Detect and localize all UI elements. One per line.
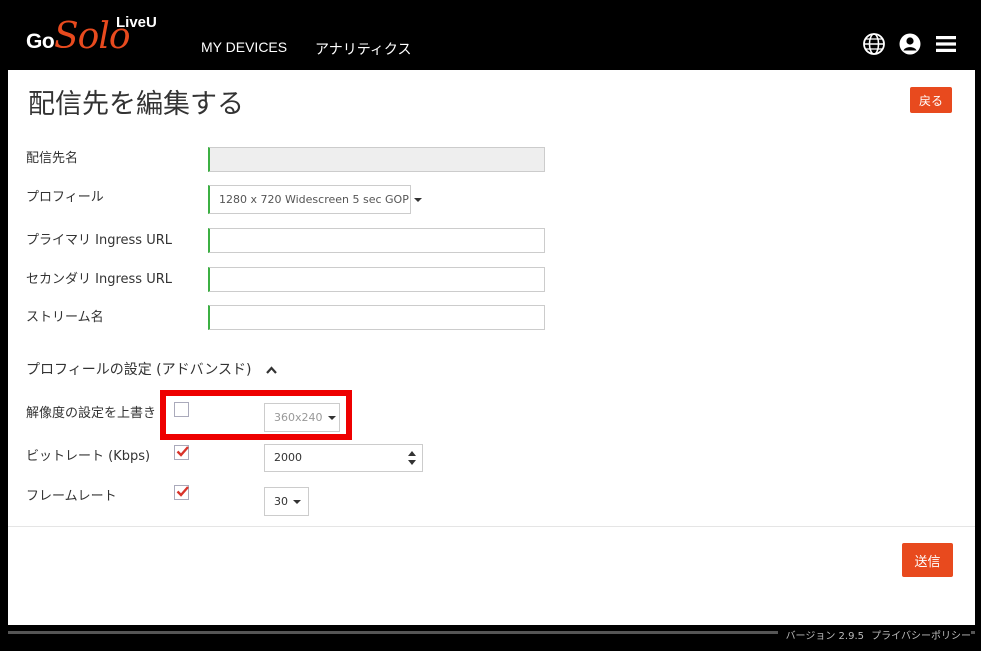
page-title: 配信先を編集する: [28, 89, 244, 120]
red-highlight-annotation: [160, 390, 352, 440]
spinner-arrows-icon[interactable]: [408, 449, 416, 467]
globe-icon[interactable]: [862, 32, 886, 56]
top-bar: Go Solo LiveU MY DEVICES アナリティクス: [0, 0, 981, 70]
bitrate-label: ビットレート (Kbps): [26, 449, 151, 464]
bitrate-value: 2000: [274, 451, 302, 464]
logo-go-text: Go: [26, 30, 55, 53]
chevron-up-icon: [266, 362, 277, 378]
secondary-url-input[interactable]: [208, 267, 545, 292]
framerate-label: フレームレート: [26, 489, 117, 504]
advanced-settings-title: プロフィールの設定 (アドバンスド): [26, 362, 252, 378]
primary-url-input[interactable]: [208, 228, 545, 253]
profile-dropdown[interactable]: 1280 x 720 Widescreen 5 sec GOP: [208, 185, 422, 214]
secondary-url-label: セカンダリ Ingress URL: [26, 272, 172, 287]
version-text: バージョン 2.9.5: [785, 631, 864, 642]
gosolo-logo[interactable]: Go Solo LiveU: [24, 14, 174, 62]
user-icon[interactable]: [898, 32, 922, 56]
destination-name-field[interactable]: [208, 147, 545, 172]
logo-liveu-text: LiveU: [116, 14, 157, 31]
bitrate-stepper[interactable]: 2000: [264, 444, 423, 472]
caret-down-icon: [413, 198, 422, 202]
checkmark-icon: [176, 486, 189, 497]
back-button[interactable]: 戻る: [910, 87, 952, 113]
resolution-override-label: 解像度の設定を上書き: [26, 406, 157, 421]
privacy-policy-link[interactable]: プライバシーポリシー: [871, 631, 971, 642]
framerate-checkbox[interactable]: [174, 485, 189, 500]
profile-label: プロフィール: [26, 190, 104, 205]
stream-name-label: ストリーム名: [26, 310, 104, 325]
caret-down-icon: [293, 500, 301, 504]
nav-my-devices[interactable]: MY DEVICES: [201, 39, 287, 55]
framerate-value: 30: [274, 495, 288, 508]
destination-name-label: 配信先名: [26, 151, 79, 166]
advanced-settings-toggle[interactable]: プロフィールの設定 (アドバンスド): [26, 359, 277, 379]
edit-destination-panel: 配信先を編集する 戻る 配信先名 プロフィール 1280 x 720 Wides…: [8, 70, 975, 625]
nav-analytics[interactable]: アナリティクス: [315, 39, 411, 59]
primary-url-label: プライマリ Ingress URL: [26, 233, 172, 248]
stream-name-input[interactable]: [208, 305, 545, 330]
footer: バージョン 2.9.5 プライバシーポリシー: [777, 627, 971, 642]
submit-button[interactable]: 送信: [902, 543, 953, 577]
framerate-select[interactable]: 30: [264, 487, 309, 516]
bitrate-checkbox[interactable]: [174, 445, 189, 460]
divider: [8, 526, 975, 527]
hamburger-menu-icon[interactable]: [934, 32, 958, 56]
profile-selected-value: 1280 x 720 Widescreen 5 sec GOP: [219, 193, 409, 206]
checkmark-icon: [176, 446, 189, 457]
